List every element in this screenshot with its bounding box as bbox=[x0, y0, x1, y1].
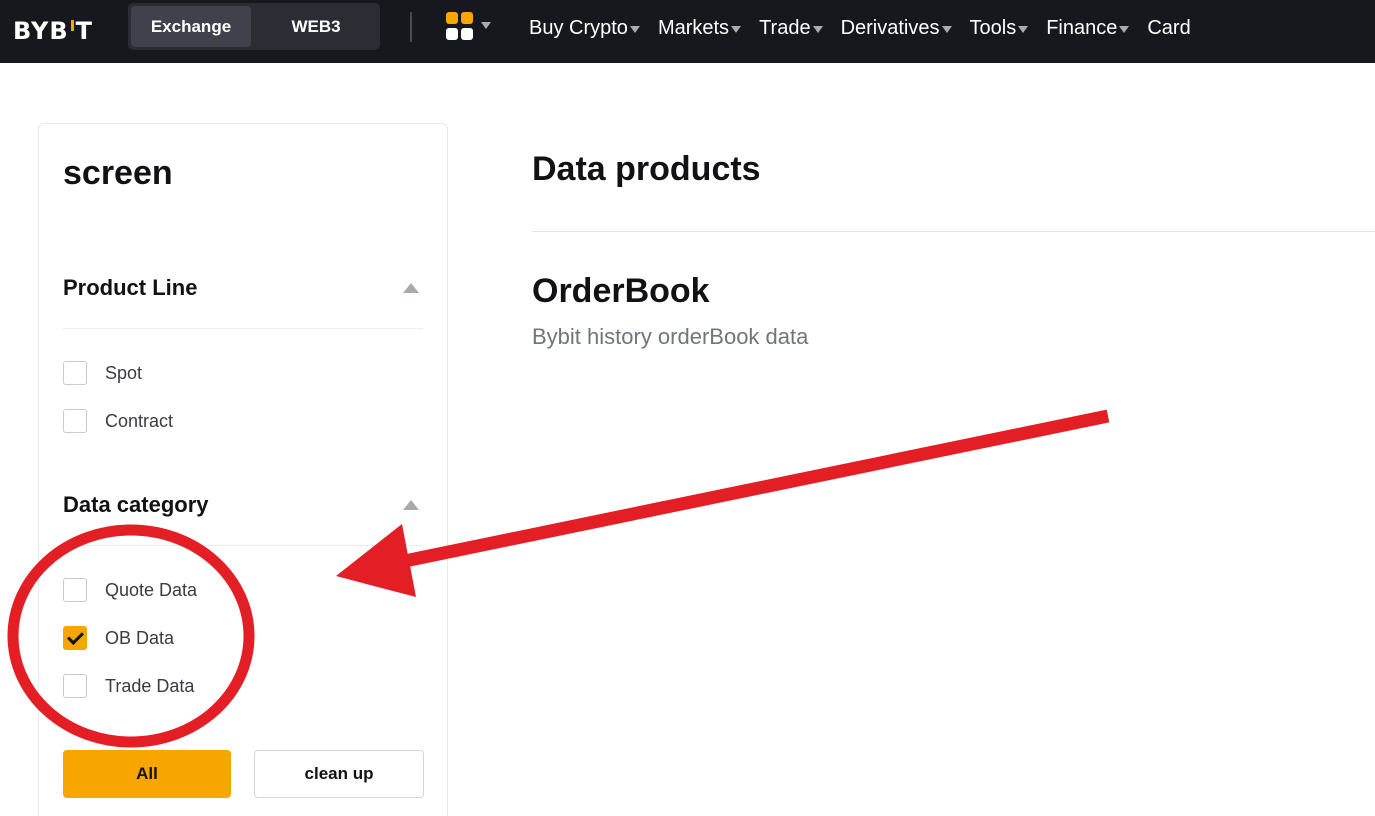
web3-tab[interactable]: WEB3 bbox=[256, 6, 376, 47]
caret-down-icon bbox=[812, 25, 823, 33]
nav-tools[interactable]: Tools bbox=[961, 17, 1038, 40]
apps-grid-icon-square bbox=[461, 12, 473, 24]
logo-text-right: T bbox=[75, 17, 94, 45]
checkbox[interactable] bbox=[63, 361, 87, 385]
option-spot[interactable]: Spot bbox=[63, 360, 142, 386]
nav-label: Tools bbox=[969, 16, 1017, 39]
data-category-header[interactable]: Data category bbox=[63, 486, 423, 526]
filter-sidebar: screen Product Line Spot Contract Data c… bbox=[38, 123, 448, 816]
nav-derivatives[interactable]: Derivatives bbox=[832, 17, 961, 40]
logo-accent-bar bbox=[70, 19, 74, 31]
product-line-label: Product Line bbox=[63, 275, 198, 300]
option-label: Trade Data bbox=[105, 675, 195, 696]
section-divider bbox=[63, 328, 423, 329]
option-contract[interactable]: Contract bbox=[63, 408, 173, 434]
all-button[interactable]: All bbox=[63, 750, 231, 798]
product-description: Bybit history orderBook data bbox=[532, 324, 809, 349]
checkbox[interactable] bbox=[63, 674, 87, 698]
main-nav: Buy Crypto Markets Trade Derivatives Too… bbox=[520, 0, 1200, 56]
apps-menu-button[interactable] bbox=[446, 12, 494, 42]
triangle-up-icon[interactable] bbox=[403, 500, 419, 510]
section-divider bbox=[63, 545, 423, 546]
option-quote-data[interactable]: Quote Data bbox=[63, 577, 197, 603]
nav-buy-crypto[interactable]: Buy Crypto bbox=[520, 17, 649, 40]
nav-trade[interactable]: Trade bbox=[750, 17, 832, 40]
sidebar-title: screen bbox=[63, 154, 173, 192]
nav-label: Buy Crypto bbox=[529, 16, 628, 39]
nav-label: Derivatives bbox=[840, 16, 940, 39]
nav-label: Finance bbox=[1046, 16, 1118, 39]
nav-label: Markets bbox=[657, 16, 730, 39]
option-label: Spot bbox=[105, 362, 143, 383]
option-ob-data[interactable]: OB Data bbox=[63, 625, 174, 651]
title-divider bbox=[532, 231, 1375, 232]
nav-finance[interactable]: Finance bbox=[1037, 17, 1138, 40]
nav-divider bbox=[410, 12, 412, 42]
option-label: OB Data bbox=[105, 627, 175, 648]
apps-grid-icon-square bbox=[461, 28, 473, 40]
data-category-label: Data category bbox=[63, 492, 209, 517]
exchange-tab[interactable]: Exchange bbox=[131, 6, 251, 47]
caret-down-icon bbox=[941, 25, 952, 33]
apps-grid-icon bbox=[446, 12, 458, 24]
option-label: Quote Data bbox=[105, 579, 198, 600]
product-line-header[interactable]: Product Line bbox=[63, 269, 423, 309]
triangle-up-icon[interactable] bbox=[403, 283, 419, 293]
clean-up-button[interactable]: clean up bbox=[254, 750, 424, 798]
annotation-arrow-shaft bbox=[398, 409, 1110, 569]
caret-down-icon bbox=[1119, 25, 1130, 33]
nav-markets[interactable]: Markets bbox=[649, 17, 750, 40]
nav-label: Card bbox=[1147, 16, 1191, 39]
option-label: Contract bbox=[105, 410, 174, 431]
product-title[interactable]: OrderBook bbox=[532, 272, 710, 311]
apps-grid-icon-square bbox=[446, 28, 458, 40]
caret-down-icon bbox=[731, 25, 742, 33]
caret-down-icon bbox=[481, 22, 491, 29]
checkbox[interactable] bbox=[63, 578, 87, 602]
page-title: Data products bbox=[532, 150, 761, 188]
top-navigation-bar: BYB T Exchange WEB3 Buy Crypto Markets Tr… bbox=[0, 0, 1375, 63]
nav-card[interactable]: Card bbox=[1138, 17, 1199, 40]
checkbox[interactable] bbox=[63, 409, 87, 433]
caret-down-icon bbox=[1018, 25, 1029, 33]
caret-down-icon bbox=[629, 25, 640, 33]
exchange-web3-switcher: Exchange WEB3 bbox=[128, 3, 380, 50]
nav-label: Trade bbox=[759, 16, 811, 39]
checkbox-checked[interactable] bbox=[63, 626, 87, 650]
option-trade-data[interactable]: Trade Data bbox=[63, 673, 194, 699]
bybit-logo[interactable]: BYB T bbox=[13, 14, 93, 48]
logo-text-left: BYB bbox=[13, 17, 69, 45]
